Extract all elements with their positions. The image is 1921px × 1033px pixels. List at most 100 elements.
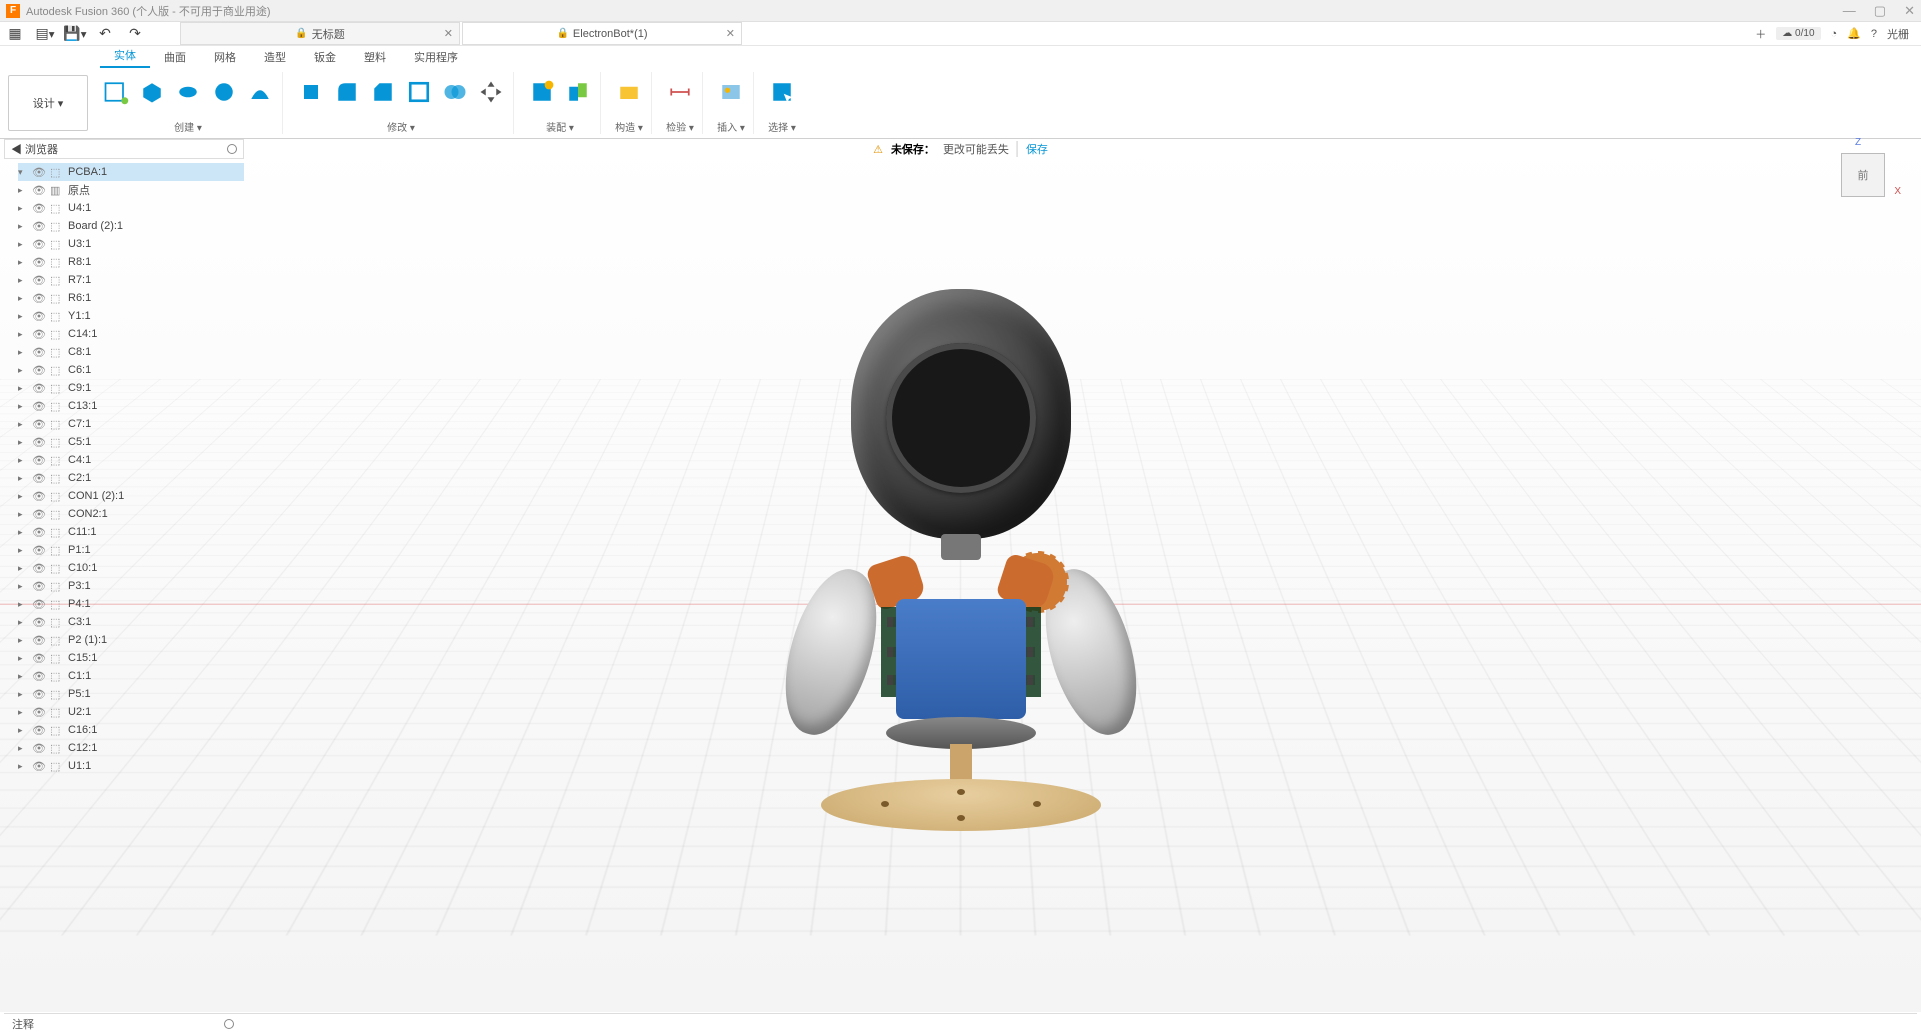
expand-icon[interactable]: ▸ <box>18 185 28 196</box>
file-menu-icon[interactable]: ▤▾ <box>30 23 60 45</box>
visibility-icon[interactable]: 👁 <box>32 238 46 251</box>
expand-icon[interactable]: ▸ <box>18 761 28 772</box>
ribbon-tab-mesh[interactable]: 网格 <box>200 46 250 68</box>
visibility-icon[interactable]: 👁 <box>32 292 46 305</box>
visibility-icon[interactable]: 👁 <box>32 544 46 557</box>
as-built-joint-icon[interactable] <box>562 72 594 112</box>
expand-icon[interactable]: ▸ <box>18 599 28 610</box>
expand-icon[interactable]: ▸ <box>18 635 28 646</box>
visibility-icon[interactable]: 👁 <box>32 346 46 359</box>
tree-row[interactable]: ▸👁⬚C7:1 <box>18 415 244 433</box>
view-cube[interactable]: Z 前 X <box>1835 145 1891 201</box>
expand-icon[interactable]: ▸ <box>18 203 28 214</box>
visibility-icon[interactable]: 👁 <box>32 490 46 503</box>
extrude-icon[interactable] <box>136 72 168 112</box>
cloud-credits-badge[interactable]: ☁ 0/10 <box>1776 27 1820 40</box>
model-electronbot[interactable] <box>781 289 1141 869</box>
expand-icon[interactable]: ▸ <box>18 617 28 628</box>
visibility-icon[interactable]: 👁 <box>32 670 46 683</box>
undo-icon[interactable]: ↶ <box>90 23 120 45</box>
tree-row[interactable]: ▸👁⬚C1:1 <box>18 667 244 685</box>
tree-row[interactable]: ▸👁⬚C6:1 <box>18 361 244 379</box>
visibility-icon[interactable]: 👁 <box>32 742 46 755</box>
job-status-icon[interactable]: ◔ <box>1831 28 1838 40</box>
panel-options-icon[interactable] <box>227 144 237 154</box>
ribbon-tab-tools[interactable]: 实用程序 <box>400 46 472 68</box>
tree-row[interactable]: ▸👁⬚U3:1 <box>18 235 244 253</box>
save-icon[interactable]: 💾▾ <box>60 23 90 45</box>
window-minimize[interactable]: — <box>1843 3 1856 19</box>
plane-icon[interactable] <box>613 72 645 112</box>
visibility-icon[interactable]: 👁 <box>32 634 46 647</box>
visibility-icon[interactable]: 👁 <box>32 184 46 197</box>
tree-row[interactable]: ▸👁⬚U2:1 <box>18 703 244 721</box>
visibility-icon[interactable]: 👁 <box>32 220 46 233</box>
visibility-icon[interactable]: 👁 <box>32 526 46 539</box>
expand-icon[interactable]: ▸ <box>18 491 28 502</box>
visibility-icon[interactable]: 👁 <box>32 328 46 341</box>
new-tab-button[interactable]: ＋ <box>1755 26 1766 42</box>
measure-icon[interactable] <box>664 72 696 112</box>
expand-icon[interactable]: ▸ <box>18 311 28 322</box>
tree-row[interactable]: ▸👁⬚C5:1 <box>18 433 244 451</box>
view-cube-face[interactable]: 前 <box>1841 153 1885 197</box>
workspace-switcher[interactable]: 设计 ▾ <box>8 75 88 131</box>
visibility-icon[interactable]: 👁 <box>32 202 46 215</box>
visibility-icon[interactable]: 👁 <box>32 616 46 629</box>
visibility-icon[interactable]: 👁 <box>32 706 46 719</box>
expand-icon[interactable]: ▸ <box>18 545 28 556</box>
fillet-icon[interactable] <box>331 72 363 112</box>
notifications-icon[interactable]: 🔔 <box>1847 27 1861 40</box>
ribbon-tab-plastic[interactable]: 塑料 <box>350 46 400 68</box>
tree-row[interactable]: ▸👁⬚C9:1 <box>18 379 244 397</box>
sketch-icon[interactable] <box>100 72 132 112</box>
expand-icon[interactable]: ▸ <box>18 743 28 754</box>
expand-icon[interactable]: ▸ <box>18 455 28 466</box>
expand-icon[interactable]: ▸ <box>18 275 28 286</box>
combine-icon[interactable] <box>439 72 471 112</box>
tree-row[interactable]: ▸👁⬚Y1:1 <box>18 307 244 325</box>
apps-grid-icon[interactable]: ▦ <box>0 23 30 45</box>
visibility-icon[interactable]: 👁 <box>32 256 46 269</box>
expand-icon[interactable]: ▸ <box>18 671 28 682</box>
visibility-icon[interactable]: 👁 <box>32 436 46 449</box>
visibility-icon[interactable]: 👁 <box>32 400 46 413</box>
close-icon[interactable]: ✕ <box>444 27 453 40</box>
visibility-icon[interactable]: 👁 <box>32 274 46 287</box>
window-close[interactable]: ✕ <box>1904 3 1915 19</box>
expand-icon[interactable]: ▸ <box>18 221 28 232</box>
visibility-icon[interactable]: 👁 <box>32 760 46 773</box>
expand-icon[interactable]: ▸ <box>18 437 28 448</box>
tree-row[interactable]: ▸👁⬚C10:1 <box>18 559 244 577</box>
insert-icon[interactable] <box>715 72 747 112</box>
revolve-icon[interactable] <box>172 72 204 112</box>
tree-row[interactable]: ▸👁⬚C15:1 <box>18 649 244 667</box>
comments-bar[interactable]: 注释 <box>4 1013 1917 1033</box>
expand-icon[interactable]: ▸ <box>18 347 28 358</box>
window-maximize[interactable]: ▢ <box>1874 3 1886 19</box>
tree-row[interactable]: ▸👁⬚P1:1 <box>18 541 244 559</box>
expand-icon[interactable]: ▸ <box>18 383 28 394</box>
tree-row[interactable]: ▸👁⬚C2:1 <box>18 469 244 487</box>
tree-row[interactable]: ▸👁⬚C4:1 <box>18 451 244 469</box>
tree-row[interactable]: ▸👁⬚R7:1 <box>18 271 244 289</box>
collapse-icon[interactable]: ▾ <box>18 167 28 178</box>
move-icon[interactable] <box>475 72 507 112</box>
visibility-icon[interactable]: 👁 <box>32 454 46 467</box>
close-icon[interactable]: ✕ <box>726 27 735 40</box>
visibility-icon[interactable]: 👁 <box>32 382 46 395</box>
expand-icon[interactable]: ▸ <box>18 509 28 520</box>
tree-row[interactable]: ▸👁⬚C14:1 <box>18 325 244 343</box>
visibility-icon[interactable]: 👁 <box>32 562 46 575</box>
tree-row[interactable]: ▸👁⬚R6:1 <box>18 289 244 307</box>
visibility-icon[interactable]: 👁 <box>32 580 46 593</box>
expand-icon[interactable]: ▸ <box>18 707 28 718</box>
ribbon-tab-form[interactable]: 造型 <box>250 46 300 68</box>
expand-icon[interactable]: ▸ <box>18 257 28 268</box>
expand-icon[interactable]: ▸ <box>18 419 28 430</box>
visibility-icon[interactable]: 👁 <box>32 472 46 485</box>
tree-row[interactable]: ▾👁⬚PCBA:1 <box>18 163 244 181</box>
visibility-icon[interactable]: 👁 <box>32 598 46 611</box>
visibility-icon[interactable]: 👁 <box>32 508 46 521</box>
visibility-icon[interactable]: 👁 <box>32 724 46 737</box>
